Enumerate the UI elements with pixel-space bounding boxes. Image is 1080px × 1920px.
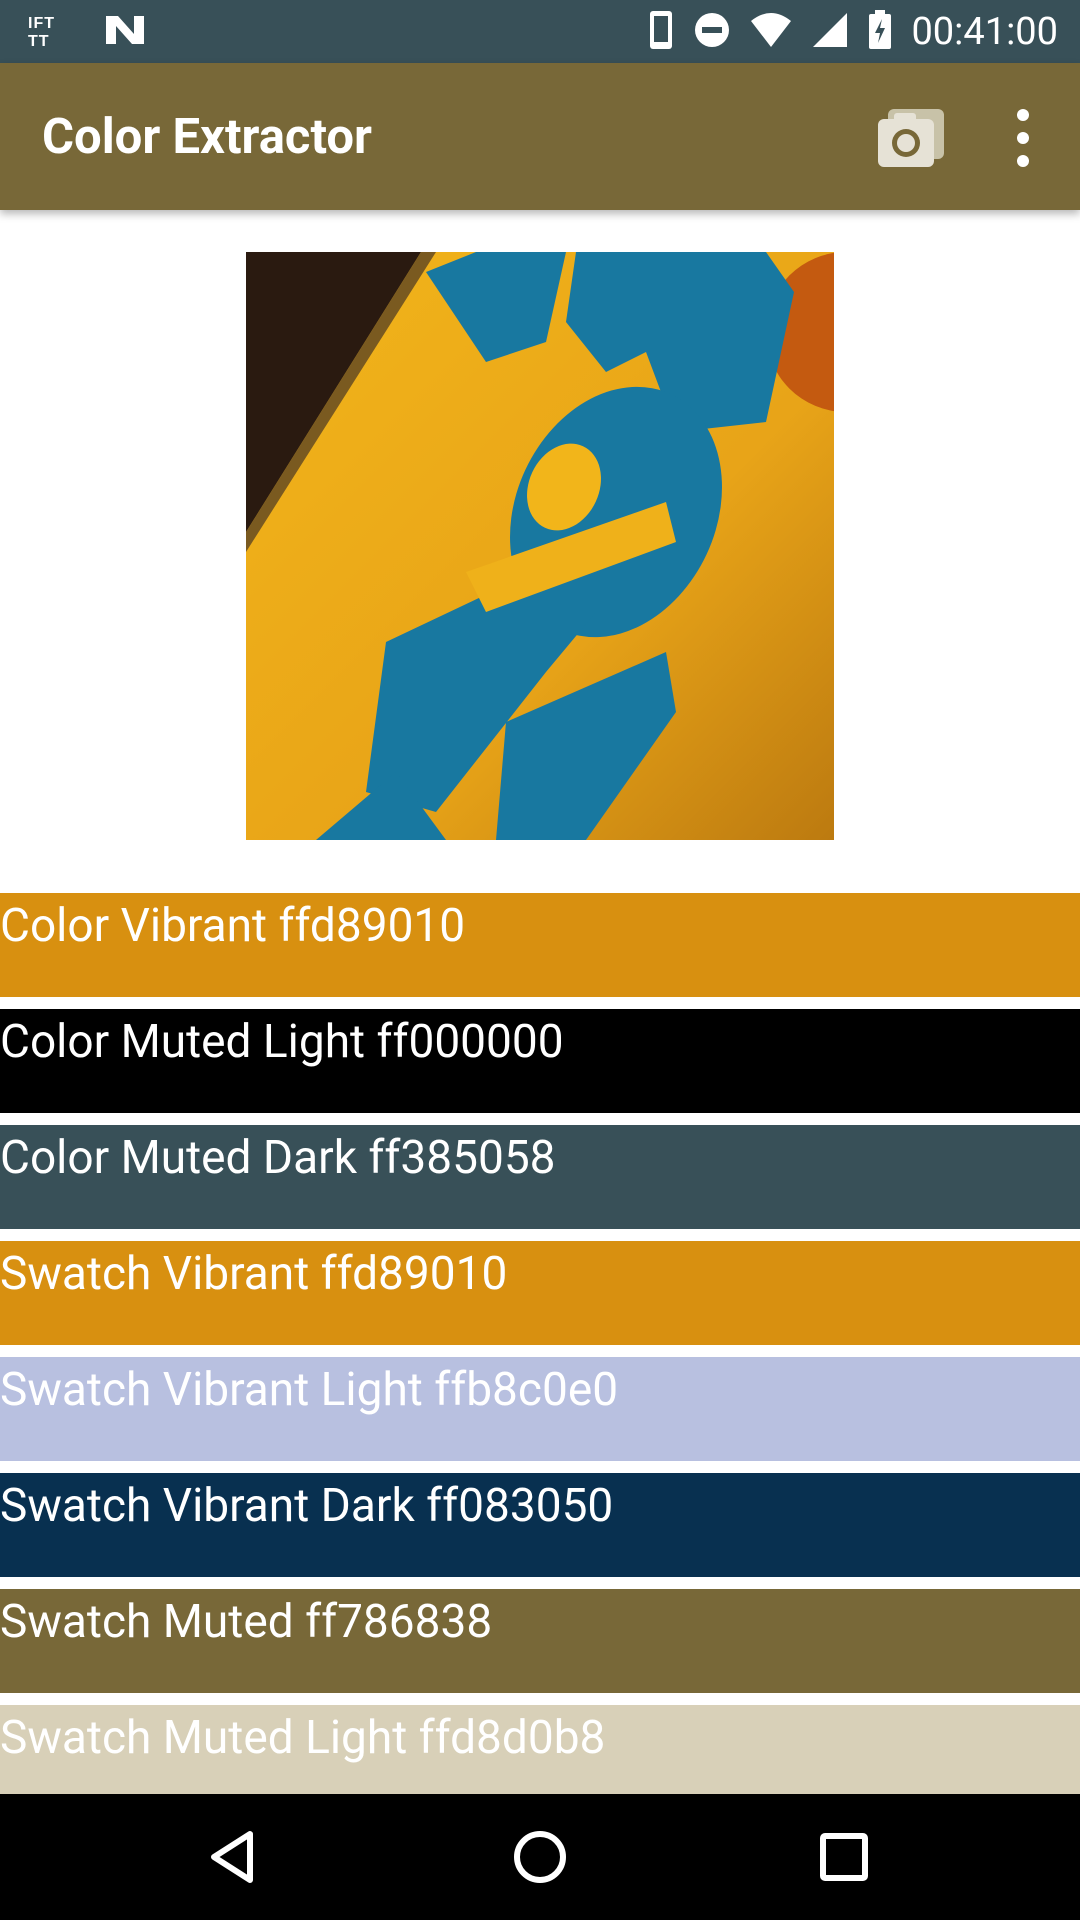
do-not-disturb-icon [693,11,731,53]
swatch-label: Color Vibrant ffd89010 [0,899,466,953]
cell-signal-icon [811,11,849,53]
n-icon [104,12,146,52]
back-button[interactable] [200,1822,270,1892]
recents-icon [820,1833,868,1881]
swatch-row: Swatch Muted ff786838 [0,1589,1080,1693]
swatch-label: Swatch Muted ff786838 [0,1595,493,1649]
navigation-bar [0,1794,1080,1920]
swatch-label: Swatch Muted Light ffd8d0b8 [0,1711,606,1765]
camera-button[interactable] [872,105,952,171]
home-button[interactable] [505,1822,575,1892]
swatch-label: Color Muted Dark ff385058 [0,1131,556,1185]
swatch-label: Swatch Vibrant Light ffb8c0e0 [0,1363,619,1417]
status-clock: 00:41:00 [911,10,1058,54]
swatch-label: Color Muted Light ff000000 [0,1015,564,1069]
svg-text:TT: TT [28,33,50,49]
camera-icon [878,109,944,167]
swatch-row: Color Muted Light ff000000 [0,1009,1080,1113]
captured-photo [246,252,834,840]
home-icon [514,1831,566,1883]
phone-icon [647,9,675,55]
svg-text:IFT: IFT [28,15,55,32]
status-bar: IFT TT 00:41:00 [0,0,1080,63]
battery-charging-icon [867,9,893,55]
wifi-icon [749,11,793,53]
status-right-icons: 00:41:00 [647,8,1058,56]
recents-button[interactable] [809,1822,879,1892]
app-bar: Color Extractor [0,63,1080,210]
swatch-label: Swatch Vibrant ffd89010 [0,1247,508,1301]
swatch-row: Color Vibrant ffd89010 [0,893,1080,997]
swatch-row: Swatch Vibrant Light ffb8c0e0 [0,1357,1080,1461]
swatch-label: Swatch Vibrant Dark ff083050 [0,1479,614,1533]
swatch-row: Swatch Vibrant ffd89010 [0,1241,1080,1345]
swatch-row: Color Muted Dark ff385058 [0,1125,1080,1229]
overflow-menu-button[interactable] [990,103,1056,173]
app-title: Color Extractor [42,108,372,165]
ifttt-icon: IFT TT [28,13,68,51]
swatch-row: Swatch Vibrant Dark ff083050 [0,1473,1080,1577]
back-icon [211,1831,253,1883]
status-left-icons: IFT TT [28,12,146,52]
more-vert-icon [1017,109,1029,167]
swatch-row: Swatch Muted Light ffd8d0b8 [0,1705,1080,1794]
